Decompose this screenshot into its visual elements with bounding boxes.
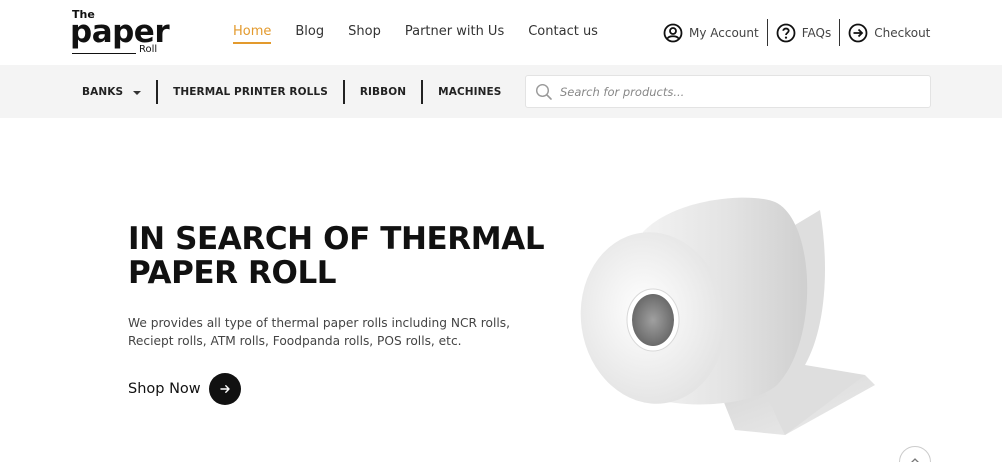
nav-home[interactable]: Home: [233, 22, 272, 44]
nav-partner[interactable]: Partner with Us: [405, 22, 504, 44]
hero-description: We provides all type of thermal paper ro…: [128, 316, 510, 348]
caret-down-icon: [133, 91, 142, 95]
shop-now-arrow[interactable]: [208, 373, 241, 405]
question-circle-icon: [776, 23, 796, 42]
nav-shop[interactable]: Shop: [348, 22, 381, 44]
search-input[interactable]: [560, 84, 900, 99]
category-thermal-printer-rolls[interactable]: THERMAL PRINTER ROLLS: [173, 86, 328, 98]
site-logo[interactable]: The paper Roll: [70, 8, 170, 58]
nav-contact[interactable]: Contact us: [528, 22, 598, 44]
category-divider: [421, 80, 424, 104]
logo-underline: [72, 53, 136, 54]
search-icon[interactable]: [535, 83, 553, 101]
category-ribbon[interactable]: RIBBON: [360, 86, 406, 98]
checkout-link[interactable]: Checkout: [848, 23, 930, 43]
shop-now-label: Shop Now: [128, 381, 201, 397]
nav-blog[interactable]: Blog: [295, 22, 324, 44]
shop-now-button[interactable]: Shop Now: [128, 373, 241, 405]
arrow-circle-right-icon: [848, 23, 868, 42]
my-account-label: My Account: [689, 25, 759, 40]
category-machines[interactable]: MACHINES: [438, 86, 501, 98]
logo-text-roll: Roll: [139, 44, 158, 55]
main-nav: Home Blog Shop Partner with Us Contact u…: [233, 22, 622, 44]
site-header: The paper Roll Home Blog Shop Partner wi…: [0, 0, 1002, 65]
account-divider: [839, 19, 841, 46]
user-circle-icon: [663, 23, 683, 42]
arrow-right-icon: [219, 385, 230, 393]
scroll-to-top-button[interactable]: [899, 446, 931, 462]
product-search: [525, 75, 931, 108]
category-banks-label: BANKS: [82, 86, 124, 98]
category-nav: BANKS THERMAL PRINTER ROLLS RIBBON MACHI…: [82, 80, 501, 104]
chevron-up-icon: [911, 458, 919, 462]
category-divider: [342, 80, 345, 104]
account-links: My Account FAQs Checkout: [663, 19, 930, 46]
category-bar: BANKS THERMAL PRINTER ROLLS RIBBON MACHI…: [0, 65, 1002, 118]
my-account-link[interactable]: My Account: [663, 23, 759, 43]
category-banks[interactable]: BANKS: [82, 86, 142, 98]
faqs-link[interactable]: FAQs: [776, 23, 832, 43]
faqs-label: FAQs: [801, 25, 832, 40]
account-divider: [766, 19, 768, 46]
category-divider: [156, 80, 159, 104]
checkout-label: Checkout: [874, 25, 931, 40]
paper-roll-illustration: [580, 197, 875, 435]
hero-title: IN SEARCH OF THERMAL PAPER ROLL: [128, 221, 545, 291]
